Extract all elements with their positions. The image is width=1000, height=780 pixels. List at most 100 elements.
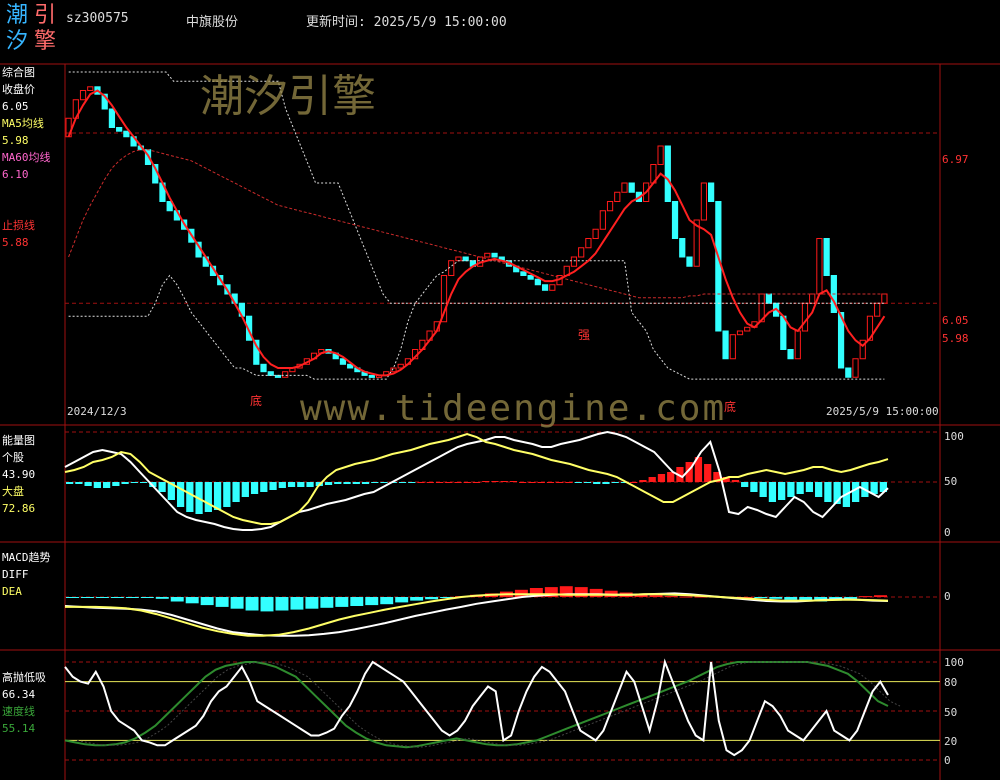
- macd-bar: [215, 597, 229, 607]
- candle: [599, 210, 606, 230]
- energy-bar: [398, 482, 407, 483]
- kdj-speed-label: 速度线: [2, 705, 35, 718]
- energy-bar: [546, 482, 555, 483]
- main-tick-2: 6.05: [942, 314, 969, 327]
- macd-bar: [649, 595, 663, 597]
- candle: [722, 330, 729, 360]
- macd-bar: [140, 597, 154, 598]
- energy-bar: [648, 477, 656, 482]
- macd-bar: [66, 597, 79, 598]
- candle: [534, 278, 541, 286]
- candle: [628, 182, 635, 193]
- energy-bar: [731, 480, 740, 482]
- energy-bar: [611, 482, 619, 483]
- start-date: 2024/12/3: [67, 405, 127, 418]
- candle: [390, 367, 397, 373]
- candle: [700, 182, 708, 221]
- energy-bar: [454, 482, 462, 483]
- macd-bar: [260, 597, 274, 612]
- kdj-fast-line: [64, 658, 889, 757]
- macd-dea-label: DEA: [2, 585, 22, 598]
- candle: [780, 315, 787, 351]
- candle: [339, 358, 347, 365]
- candle: [578, 247, 585, 258]
- candle: [664, 145, 671, 202]
- candle: [881, 293, 888, 304]
- end-date: 2025/5/9 15:00:00: [826, 405, 939, 418]
- energy-bar: [408, 482, 416, 483]
- candle: [744, 326, 751, 332]
- energy-bar: [343, 482, 351, 484]
- energy-tick-100: 100: [944, 430, 964, 443]
- candle: [484, 252, 491, 258]
- main-tick-3: 5.98: [942, 332, 969, 345]
- energy-market-label: 大盘: [2, 485, 24, 498]
- kdj-title: 高抛低吸: [2, 671, 46, 684]
- candle: [657, 145, 664, 165]
- energy-bar: [121, 482, 129, 484]
- energy-bar: [491, 481, 499, 482]
- candle: [671, 201, 679, 239]
- candle: [686, 256, 693, 267]
- energy-bar: [334, 482, 342, 484]
- energy-bar: [667, 472, 675, 482]
- candle: [801, 302, 809, 332]
- macd-bar: [155, 597, 169, 599]
- stop-value: 5.88: [2, 236, 29, 249]
- macd-bar: [320, 597, 334, 608]
- energy-bar: [630, 482, 638, 483]
- energy-bar: [130, 482, 138, 483]
- energy-bar: [260, 482, 268, 492]
- macd-bar: [784, 597, 798, 600]
- energy-bar: [66, 482, 74, 484]
- main-title: 综合图: [2, 66, 35, 79]
- energy-bar: [269, 482, 277, 490]
- macd-bar: [664, 596, 678, 598]
- ma5-value: 5.98: [2, 134, 29, 147]
- macd-bar: [95, 597, 109, 598]
- ma60-value: 6.10: [2, 168, 29, 181]
- ma60-line: [68, 149, 885, 299]
- energy-bar: [278, 482, 286, 488]
- macd-bar: [754, 597, 768, 598]
- energy-stock-value: 43.90: [2, 468, 36, 481]
- kdj-value: 66.34: [2, 688, 36, 701]
- candle: [260, 363, 267, 373]
- close-label: 收盘价: [2, 83, 35, 96]
- candle: [570, 256, 578, 267]
- candle: [809, 293, 816, 304]
- macd-diff-label: DIFF: [2, 568, 29, 581]
- macd-bar: [335, 597, 349, 607]
- kdj-speed-lag-line: [76, 661, 901, 748]
- candle: [123, 130, 130, 138]
- energy-bar: [352, 482, 360, 484]
- candle: [823, 238, 830, 276]
- macd-bar: [410, 597, 424, 601]
- energy-bar: [750, 482, 758, 492]
- macd-bar: [110, 597, 124, 598]
- stop-line-upper: [68, 71, 885, 304]
- macd-bar: [275, 597, 289, 611]
- candle: [491, 252, 498, 258]
- energy-bar: [176, 482, 185, 507]
- energy-bar: [815, 482, 823, 497]
- candle: [874, 302, 881, 317]
- energy-bar: [639, 480, 647, 482]
- energy-bar: [778, 482, 786, 500]
- candle: [368, 374, 375, 378]
- candle: [765, 293, 772, 304]
- energy-market-value: 72.86: [2, 502, 36, 515]
- candle: [606, 201, 614, 212]
- macd-bar: [425, 597, 439, 600]
- energy-bar: [250, 482, 259, 494]
- macd-bar: [170, 597, 184, 602]
- energy-bar: [787, 482, 795, 497]
- candle: [852, 358, 859, 378]
- energy-bar: [417, 482, 425, 483]
- ma5-line: [67, 89, 886, 377]
- candle: [614, 191, 621, 202]
- energy-bar: [509, 481, 518, 482]
- macd-bar: [80, 597, 94, 598]
- energy-bar: [824, 482, 832, 502]
- main-tick-1: 6.97: [942, 153, 969, 166]
